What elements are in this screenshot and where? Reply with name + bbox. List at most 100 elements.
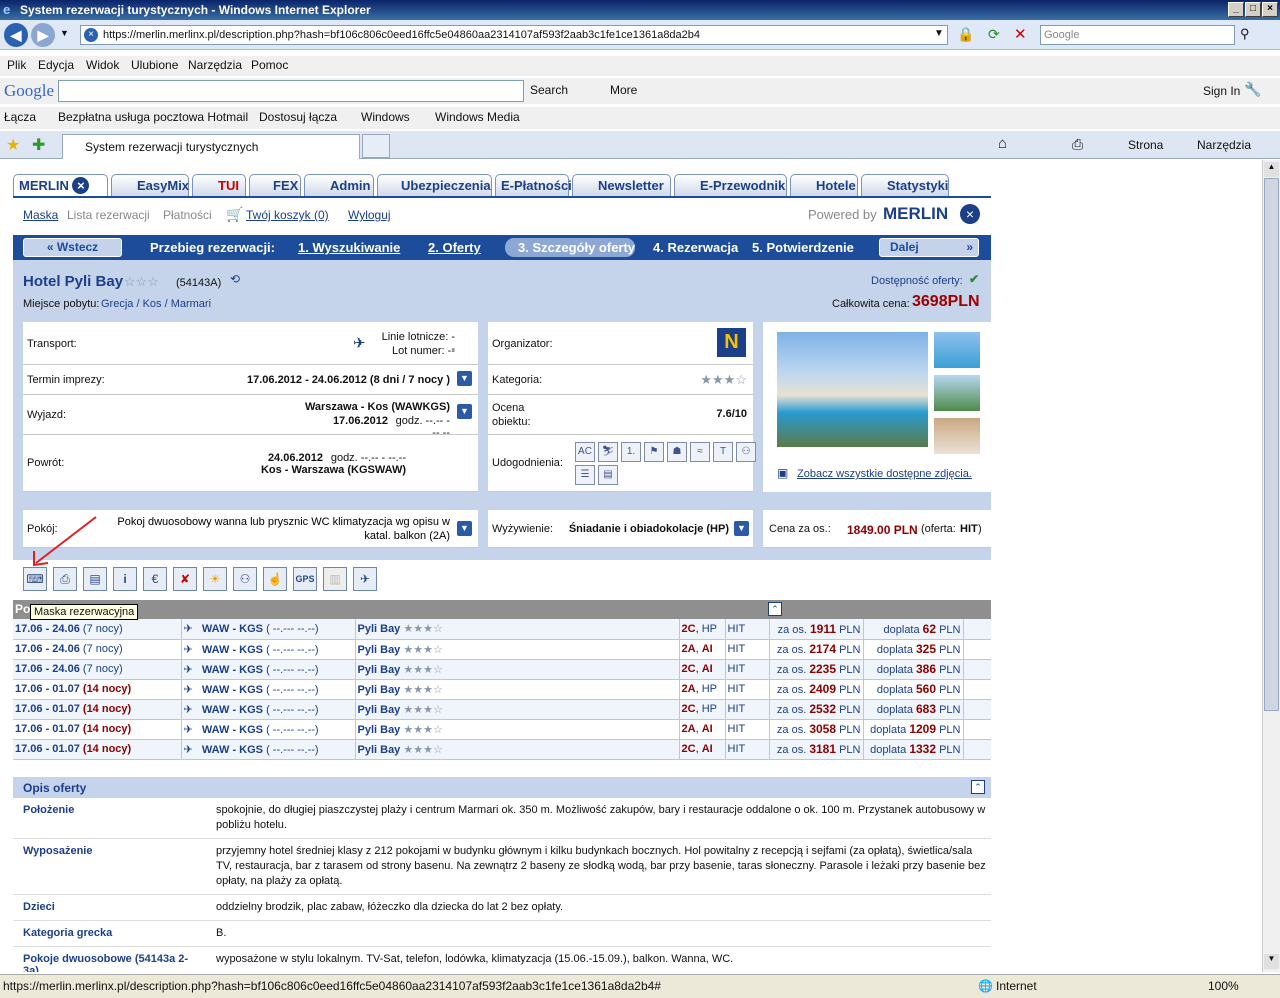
termin-dropdown-icon[interactable]: ▼	[457, 371, 472, 386]
document-icon[interactable]: ▤	[83, 567, 107, 591]
menu-edycja[interactable]: Edycja	[38, 58, 74, 72]
zone-label: Internet	[996, 979, 1037, 993]
sign-in-button[interactable]: Sign In	[1203, 84, 1240, 98]
tab-tui[interactable]: TUI	[192, 174, 246, 196]
link-windows-media[interactable]: Windows Media	[435, 110, 520, 124]
vertical-scrollbar[interactable]: ▲ ▼	[1262, 160, 1280, 972]
tab-eplatnosci[interactable]: E-Płatności	[495, 174, 572, 196]
stop-icon[interactable]: ✕	[1014, 25, 1027, 43]
tab-eplatnosci-label: E-Płatności	[501, 178, 572, 193]
flight-icon[interactable]: ✈	[353, 567, 377, 591]
group-icon[interactable]: ⚇	[233, 567, 257, 591]
menu-ulubione[interactable]: Ulubione	[131, 58, 178, 72]
thumbs-up-icon[interactable]: ☝	[263, 567, 287, 591]
print-icon[interactable]: ⎙	[1072, 136, 1083, 153]
narzedzia-menu[interactable]: Narzędzia	[1197, 138, 1251, 152]
currency-icon[interactable]: €	[143, 567, 167, 591]
nav-platnosci[interactable]: Płatności	[163, 208, 212, 222]
table-row[interactable]: 17.06 - 01.07 (14 nocy) ✈ WAW - KGS ( --.…	[13, 719, 991, 740]
maximize-button[interactable]: □	[1245, 2, 1261, 17]
table-row[interactable]: 17.06 - 01.07 (14 nocy) ✈ WAW - KGS ( --.…	[13, 679, 991, 700]
new-tab-button[interactable]	[362, 134, 390, 158]
menu-bar: Plik Edycja Widok Ulubione Narzędzia Pom…	[0, 56, 1280, 76]
menu-plik[interactable]: Plik	[7, 58, 26, 72]
lock-icon[interactable]: 🔒	[957, 26, 974, 43]
link-dostosuj[interactable]: Dostosuj łącza	[259, 110, 337, 124]
scroll-thumb[interactable]	[1264, 178, 1279, 711]
history-dropdown-icon[interactable]: ▼	[60, 28, 69, 38]
back-button[interactable]: ◀	[4, 23, 28, 47]
row-dates: 17.06 - 01.07 (14 nocy)	[13, 679, 181, 700]
minimize-button[interactable]: _	[1228, 2, 1244, 17]
link-windows[interactable]: Windows	[361, 110, 410, 124]
ocena-label: Ocena obiektu:	[492, 402, 531, 428]
add-favorite-icon[interactable]: ✚	[32, 135, 45, 155]
refresh-hotel-icon[interactable]: ⟲	[230, 272, 240, 286]
collapse-opis-icon[interactable]: ⌃	[971, 780, 985, 794]
menu-narzedzia[interactable]: Narzędzia	[188, 58, 242, 72]
tab-ubezpieczenia[interactable]: Ubezpieczenia	[377, 174, 492, 196]
table-row[interactable]: 17.06 - 24.06 (7 nocy) ✈ WAW - KGS ( --.-…	[13, 659, 991, 680]
forward-button[interactable]: ▶	[31, 23, 55, 47]
table-row[interactable]: 17.06 - 24.06 (7 nocy) ✈ WAW - KGS ( --.-…	[13, 619, 991, 640]
step-1[interactable]: 1. Wyszukiwanie	[298, 240, 400, 255]
tab-easymix[interactable]: EasyMix	[111, 174, 189, 196]
strona-menu[interactable]: Strona	[1128, 138, 1163, 152]
hotel-thumb-3[interactable]	[934, 418, 980, 454]
wrench-icon[interactable]: 🔧	[1244, 81, 1261, 98]
print-offer-icon[interactable]: ⎙	[53, 567, 77, 591]
powrot-route: Kos - Warszawa (KGSWAW)	[260, 464, 406, 476]
search-input[interactable]: Google	[1040, 25, 1235, 45]
refresh-icon[interactable]: ⟳	[988, 26, 1000, 43]
close-window-button[interactable]: ×	[1262, 2, 1278, 17]
tab-merlin[interactable]: MERLIN ×	[13, 174, 108, 196]
table-row[interactable]: 17.06 - 01.07 (14 nocy) ✈ WAW - KGS ( --.…	[13, 699, 991, 720]
wyjazd-dropdown-icon[interactable]: ▼	[457, 404, 472, 419]
scroll-up-icon[interactable]: ▲	[1264, 162, 1279, 177]
hotel-thumb-2[interactable]	[934, 375, 980, 411]
pokoj-dropdown-icon[interactable]: ▼	[457, 521, 472, 536]
back-step-button[interactable]: « Wstecz	[23, 238, 122, 257]
google-search-input[interactable]	[58, 80, 524, 102]
favorites-star-icon[interactable]: ★	[6, 135, 20, 155]
nav-maska[interactable]: Maska	[23, 208, 58, 222]
nav-lista[interactable]: Lista rezerwacji	[67, 208, 150, 222]
gps-icon[interactable]: GPS	[293, 567, 317, 591]
hotel-thumb-1[interactable]	[934, 332, 980, 368]
row-spacer	[962, 639, 991, 660]
zoom-level[interactable]: 100%	[1208, 975, 1239, 997]
hotel-code: (54143A)	[176, 277, 222, 289]
step-2[interactable]: 2. Oferty	[428, 240, 481, 255]
place-value[interactable]: Grecja / Kos / Marmari	[101, 298, 211, 310]
weather-icon[interactable]: ☀	[203, 567, 227, 591]
more-button[interactable]: More	[610, 83, 637, 97]
menu-pomoc[interactable]: Pomoc	[251, 58, 288, 72]
browser-tab[interactable]: System rezerwacji turystycznych	[62, 134, 360, 159]
next-step-button[interactable]: Dalej »	[879, 238, 979, 257]
url-dropdown-icon[interactable]: ▼	[934, 28, 944, 39]
scroll-down-icon[interactable]: ▼	[1264, 954, 1279, 969]
booking-form-icon[interactable]: ⌨	[23, 567, 47, 591]
table-row[interactable]: 17.06 - 24.06 (7 nocy) ✈ WAW - KGS ( --.-…	[13, 639, 991, 660]
tab-admin[interactable]: Admin	[304, 174, 374, 196]
tab-newsletter[interactable]: Newsletter	[572, 174, 671, 196]
collapse-results-icon[interactable]: ⌃	[768, 602, 782, 616]
google-search-button[interactable]: Search	[530, 83, 568, 97]
home-icon[interactable]: ⌂	[998, 135, 1007, 152]
tab-eprzewodnik[interactable]: E-Przewodnik	[674, 174, 787, 196]
hotel-main-photo[interactable]	[777, 332, 928, 447]
nav-wyloguj[interactable]: Wyloguj	[348, 208, 391, 222]
wyzywienie-dropdown-icon[interactable]: ▼	[734, 521, 749, 536]
nav-koszyk[interactable]: Twój koszyk (0)	[246, 208, 329, 222]
url-input[interactable]: https://merlin.merlinx.pl/description.ph…	[80, 25, 948, 45]
link-hotmail[interactable]: Bezpłatna usługa pocztowa Hotmail	[58, 110, 248, 124]
check-cancel-icon[interactable]: ✘	[173, 567, 197, 591]
menu-widok[interactable]: Widok	[86, 58, 119, 72]
tab-hotele[interactable]: Hotele	[790, 174, 858, 196]
all-photos-link[interactable]: Zobacz wszystkie dostępne zdjęcia.	[797, 468, 972, 480]
search-icon[interactable]: ⚲	[1240, 26, 1250, 42]
table-row[interactable]: 17.06 - 01.07 (14 nocy) ✈ WAW - KGS ( --.…	[13, 739, 991, 760]
info-icon[interactable]: i	[113, 567, 137, 591]
tab-fex[interactable]: FEX	[249, 174, 301, 196]
tab-statystyki[interactable]: Statystyki	[861, 174, 949, 196]
